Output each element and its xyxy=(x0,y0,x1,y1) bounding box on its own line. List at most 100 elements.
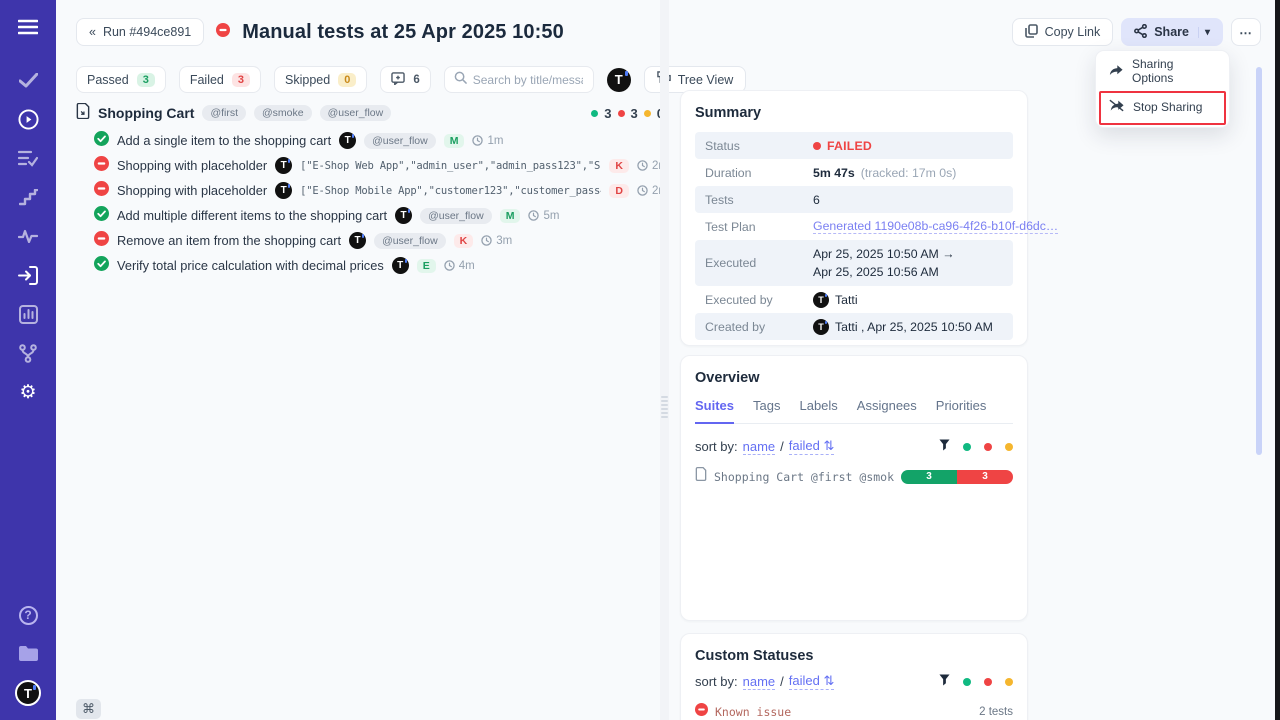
summary-card: Summary Status FAILED Duration 5m 47s(tr… xyxy=(680,90,1028,346)
author-avatar: T xyxy=(275,157,292,174)
keyboard-shortcut-badge[interactable]: ⌘ xyxy=(76,699,101,719)
failed-toggle-dot[interactable] xyxy=(984,678,992,686)
comments-count: 6 xyxy=(413,74,419,86)
test-tag[interactable]: @user_flow xyxy=(374,233,446,249)
back-to-run-button[interactable]: « Run #494ce891 xyxy=(76,18,204,46)
vertical-scrollbar-thumb[interactable] xyxy=(1256,67,1262,455)
search-icon xyxy=(454,71,467,89)
custom-statuses-card: Custom Statuses sort by: name / failed ⇅… xyxy=(680,633,1028,720)
failed-toggle-dot[interactable] xyxy=(984,443,992,451)
author-avatar: T xyxy=(392,257,409,274)
passed-filter-chip[interactable]: Passed 3 xyxy=(76,66,166,93)
help-icon[interactable]: ? xyxy=(17,604,39,626)
forward-arrow-icon xyxy=(1109,64,1123,79)
test-row[interactable]: Add a single item to the shopping cart T… xyxy=(76,128,668,153)
menu-icon[interactable] xyxy=(17,16,39,38)
test-example-data: ["E-Shop Mobile App","customer123","cust… xyxy=(300,185,601,197)
skipped-filter-chip[interactable]: Skipped 0 xyxy=(274,66,367,93)
test-plan-link[interactable]: Generated 1190e08b-ca96-4f26-b10f-d6dc… xyxy=(813,219,1058,234)
passed-toggle-dot[interactable] xyxy=(963,678,971,686)
assignee-avatar-filter[interactable]: T xyxy=(607,68,631,92)
share-caret-icon[interactable]: ▾ xyxy=(1198,27,1210,38)
test-title: Shopping with placeholder xyxy=(117,183,267,198)
menu-item-stop-sharing[interactable]: Stop Sharing xyxy=(1096,89,1229,125)
assignee-initial-badge: M xyxy=(500,209,521,223)
comments-filter-chip[interactable]: 6 xyxy=(380,66,430,93)
test-list: Shopping Cart @first @smoke @user_flow 3… xyxy=(76,101,668,278)
summary-row-created-by: Created by TTatti , Apr 25, 2025 10:50 A… xyxy=(695,313,1013,340)
menu-item-sharing-options[interactable]: Sharing Options xyxy=(1096,53,1229,89)
suite-row[interactable]: Shopping Cart @first @smoke @user_flow 3… xyxy=(76,101,668,125)
test-row[interactable]: Verify total price calculation with deci… xyxy=(76,253,668,278)
summary-row-executed-by: Executed by TTatti xyxy=(695,286,1013,313)
tests-check-icon[interactable] xyxy=(17,69,39,91)
suite-tag[interactable]: @smoke xyxy=(254,105,312,121)
milestones-stairs-icon[interactable] xyxy=(17,186,39,208)
tab-tags[interactable]: Tags xyxy=(753,398,780,423)
test-row[interactable]: Add multiple different items to the shop… xyxy=(76,203,668,228)
runs-play-icon[interactable] xyxy=(17,108,39,130)
sort-by-failed-link[interactable]: failed ⇅ xyxy=(789,673,835,690)
custom-statuses-sort-row: sort by: name / failed ⇅ xyxy=(695,673,1013,690)
test-tag[interactable]: @user_flow xyxy=(364,133,436,149)
back-chevrons-icon: « xyxy=(89,25,96,39)
passed-toggle-dot[interactable] xyxy=(963,443,971,451)
summary-row-tests: Tests 6 xyxy=(695,186,1013,213)
skipped-count-badge: 0 xyxy=(338,73,356,87)
search-input[interactable] xyxy=(473,73,583,87)
summary-title: Summary xyxy=(695,105,1013,121)
app-sidebar: ⚙ ? T xyxy=(0,0,56,720)
suite-tag[interactable]: @user_flow xyxy=(320,105,392,121)
test-row[interactable]: Shopping with placeholder T ["E-Shop Web… xyxy=(76,153,668,178)
summary-row-status: Status FAILED xyxy=(695,132,1013,159)
failed-dot-icon xyxy=(813,142,821,150)
test-row[interactable]: Remove an item from the shopping cart T … xyxy=(76,228,668,253)
tab-priorities[interactable]: Priorities xyxy=(936,398,987,423)
user-avatar[interactable]: T xyxy=(15,680,41,706)
copy-link-button[interactable]: Copy Link xyxy=(1012,18,1114,46)
overview-suite-row[interactable]: Shopping Cart @first @smoke … 3 3 xyxy=(695,467,1013,486)
failed-minus-icon xyxy=(695,703,708,720)
assignee-initial-badge: E xyxy=(417,259,436,273)
plans-list-check-icon[interactable] xyxy=(17,147,39,169)
sort-by-failed-link[interactable]: failed ⇅ xyxy=(789,438,835,455)
tab-suites[interactable]: Suites xyxy=(695,398,734,424)
overview-title: Overview xyxy=(695,370,1013,386)
reports-chart-icon[interactable] xyxy=(17,303,39,325)
analytics-pulse-icon[interactable] xyxy=(17,225,39,247)
back-label: Run #494ce891 xyxy=(103,25,191,39)
branches-icon[interactable] xyxy=(17,342,39,364)
panel-resize-divider[interactable] xyxy=(660,0,669,720)
page-title: Manual tests at 25 Apr 2025 10:50 xyxy=(242,21,564,44)
creator-avatar: T xyxy=(813,319,829,335)
failed-filter-chip[interactable]: Failed 3 xyxy=(179,66,261,93)
more-actions-button[interactable]: ⋯ xyxy=(1231,18,1261,46)
test-row[interactable]: Shopping with placeholder T ["E-Shop Mob… xyxy=(76,178,668,203)
executed-by-value: Tatti xyxy=(835,293,858,307)
test-title: Shopping with placeholder xyxy=(117,158,267,173)
resize-grip-icon[interactable] xyxy=(661,394,668,420)
summary-row-duration: Duration 5m 47s(tracked: 17m 0s) xyxy=(695,159,1013,186)
tab-assignees[interactable]: Assignees xyxy=(857,398,917,423)
passed-count-badge: 3 xyxy=(137,73,155,87)
command-icon: ⌘ xyxy=(82,701,95,717)
settings-gear-icon[interactable]: ⚙ xyxy=(17,381,39,403)
tab-labels[interactable]: Labels xyxy=(799,398,837,423)
skipped-toggle-dot[interactable] xyxy=(1005,678,1013,686)
custom-status-name: Known issue xyxy=(715,705,791,719)
projects-folder-icon[interactable] xyxy=(17,642,39,664)
custom-status-row[interactable]: Known issue 2 tests xyxy=(695,703,1013,720)
import-icon[interactable] xyxy=(17,264,39,286)
test-tag[interactable]: @user_flow xyxy=(420,208,492,224)
comment-plus-icon xyxy=(391,72,405,88)
filter-funnel-icon[interactable] xyxy=(939,674,950,689)
author-avatar: T xyxy=(349,232,366,249)
failed-status-icon xyxy=(216,23,230,42)
skipped-toggle-dot[interactable] xyxy=(1005,443,1013,451)
sort-by-name-link[interactable]: name xyxy=(743,674,776,690)
suite-tag[interactable]: @first xyxy=(202,105,246,121)
assignee-initial-badge: K xyxy=(454,234,474,248)
sort-by-name-link[interactable]: name xyxy=(743,439,776,455)
share-button[interactable]: Share ▾ xyxy=(1121,18,1223,46)
filter-funnel-icon[interactable] xyxy=(939,439,950,454)
